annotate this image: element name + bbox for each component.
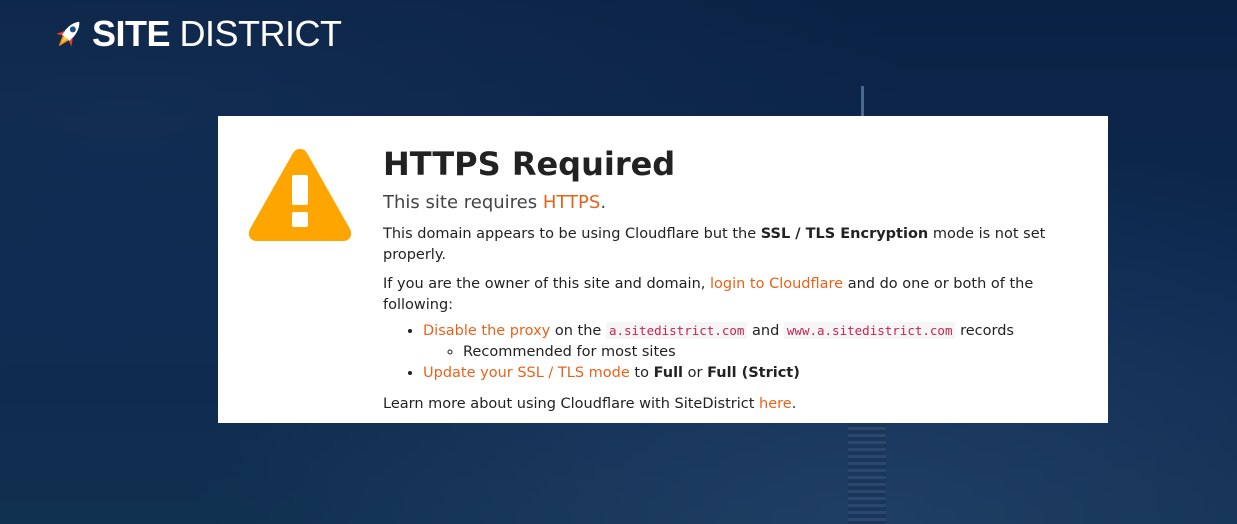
owner-prefix: If you are the owner of this site and do… [383, 276, 710, 292]
notice-content: HTTPS Required This site requires HTTPS.… [383, 144, 1095, 415]
list-text: to [629, 365, 654, 381]
action-list: Disable the proxy on the a.sitedistrict.… [383, 320, 1095, 384]
learn-prefix: Learn more about using Cloudflare with S… [383, 396, 760, 412]
explanation-prefix: This domain appears to be using Cloudfla… [383, 226, 761, 242]
warning-triangle-icon [248, 149, 352, 241]
ssl-mode-label: SSL / TLS Encryption [760, 226, 929, 242]
brand-name: SITE DISTRICT [92, 14, 342, 54]
full-mode-label: Full [653, 365, 684, 381]
page-subtitle: This site requires HTTPS. [383, 190, 1095, 216]
list-item: Update your SSL / TLS mode to Full or Fu… [423, 363, 1095, 384]
learn-suffix: . [791, 396, 797, 412]
rocket-icon [56, 21, 80, 47]
background-antenna [861, 86, 864, 118]
learn-more-text: Learn more about using Cloudflare with S… [383, 394, 1095, 415]
list-text: or [683, 365, 708, 381]
brand-name-light: DISTRICT [179, 13, 343, 54]
list-text: records [955, 323, 1014, 339]
full-strict-mode-label: Full (Strict) [707, 365, 800, 381]
list-item: Disable the proxy on the a.sitedistrict.… [423, 320, 1095, 363]
notice-card: HTTPS Required This site requires HTTPS.… [218, 116, 1108, 423]
owner-instructions: If you are the owner of this site and do… [383, 274, 1095, 316]
explanation-text: This domain appears to be using Cloudfla… [383, 224, 1095, 266]
brand-name-bold: SITE [92, 13, 171, 54]
subtitle-text: This site requires [383, 192, 543, 213]
list-text: on the [550, 323, 606, 339]
domain-code: a.sitedistrict.com [605, 322, 748, 339]
subtitle-period: . [600, 192, 607, 213]
page-title: HTTPS Required [383, 145, 676, 183]
background-tower [848, 420, 886, 524]
learn-more-link[interactable]: here [759, 396, 792, 412]
sub-list-item: Recommended for most sites [463, 342, 1095, 363]
login-cloudflare-link[interactable]: login to Cloudflare [710, 276, 843, 292]
list-text: and [747, 323, 784, 339]
https-link[interactable]: HTTPS [543, 192, 601, 213]
disable-proxy-link[interactable]: Disable the proxy [423, 323, 550, 339]
sub-list: Recommended for most sites [423, 342, 1095, 363]
www-domain-code: www.a.sitedistrict.com [783, 322, 956, 339]
update-ssl-mode-link[interactable]: Update your SSL / TLS mode [423, 365, 630, 381]
site-logo[interactable]: SITE DISTRICT [54, 14, 342, 54]
